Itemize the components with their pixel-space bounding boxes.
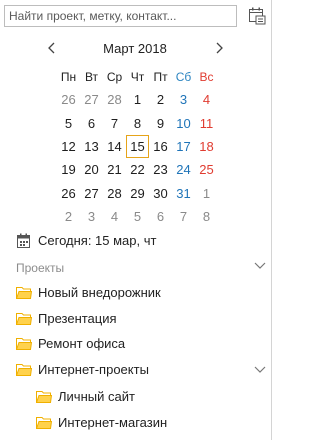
calendar-day[interactable]: 7 <box>172 205 195 228</box>
project-label: Интернет-магазин <box>58 415 168 430</box>
month-title: Март 2018 <box>103 41 167 56</box>
calendar-week: 26 27 28 1 2 3 4 <box>57 88 218 111</box>
calendar-day[interactable]: 1 <box>195 182 218 205</box>
calendar-day[interactable]: 1 <box>126 88 149 111</box>
project-group-item[interactable]: Интернет-проекты <box>16 361 270 379</box>
folder-icon <box>16 313 32 325</box>
calendar-day[interactable]: 18 <box>195 135 218 158</box>
calendar-day[interactable]: 13 <box>80 135 103 158</box>
search-input[interactable] <box>4 5 237 27</box>
calendar-icon <box>249 7 266 25</box>
chevron-down-icon[interactable] <box>254 365 266 375</box>
calendar-day[interactable]: 25 <box>195 158 218 181</box>
calendar-day[interactable]: 23 <box>149 158 172 181</box>
calendar-day[interactable]: 4 <box>103 205 126 228</box>
calendar-day[interactable]: 4 <box>195 88 218 111</box>
calendar-day[interactable]: 2 <box>149 88 172 111</box>
project-label: Личный сайт <box>58 389 135 404</box>
calendar-day[interactable]: 27 <box>80 88 103 111</box>
calendar-day[interactable]: 10 <box>172 111 195 134</box>
weekday-label: Пн <box>60 70 77 84</box>
calendar-view-button[interactable] <box>248 7 266 25</box>
calendar-day[interactable]: 20 <box>80 158 103 181</box>
calendar-day[interactable]: 14 <box>103 135 126 158</box>
calendar-day[interactable]: 26 <box>57 182 80 205</box>
calendar-day[interactable]: 19 <box>57 158 80 181</box>
calendar-day[interactable]: 11 <box>195 111 218 134</box>
calendar-day[interactable]: 22 <box>126 158 149 181</box>
folder-icon <box>36 417 52 429</box>
search-row <box>4 5 266 29</box>
calendar-day[interactable]: 28 <box>103 182 126 205</box>
calendar-day[interactable]: 29 <box>126 182 149 205</box>
calendar-day[interactable]: 8 <box>126 111 149 134</box>
calendar-day[interactable]: 24 <box>172 158 195 181</box>
project-label: Новый внедорожник <box>38 285 161 300</box>
calendar-day[interactable]: 6 <box>149 205 172 228</box>
calendar-day-today[interactable]: 15 <box>126 134 149 159</box>
project-label: Презентация <box>38 311 117 326</box>
calendar-day[interactable]: 5 <box>126 205 149 228</box>
weekday-label: Вт <box>84 70 99 84</box>
calendar-day[interactable]: 16 <box>149 135 172 158</box>
calendar-day[interactable]: 3 <box>172 88 195 111</box>
calendar-day[interactable]: 6 <box>80 111 103 134</box>
month-navigation: Март 2018 <box>40 40 230 58</box>
calendar-day[interactable]: 9 <box>149 111 172 134</box>
weekday-label: Ср <box>106 70 123 84</box>
projects-section-header[interactable]: Проекты <box>16 259 270 275</box>
calendar-day[interactable]: 28 <box>103 88 126 111</box>
project-label: Интернет-проекты <box>38 362 149 377</box>
folder-icon <box>36 391 52 403</box>
next-month-arrow-icon[interactable] <box>212 41 226 55</box>
calendar-grid: Пн Вт Ср Чт Пт Сб Вс 26 27 28 1 2 3 4 5 … <box>57 66 218 228</box>
calendar-day[interactable]: 3 <box>80 205 103 228</box>
calendar-day[interactable]: 27 <box>80 182 103 205</box>
calendar-day[interactable]: 8 <box>195 205 218 228</box>
calendar-day[interactable]: 21 <box>103 158 126 181</box>
calendar-week: 5 6 7 8 9 10 11 <box>57 111 218 134</box>
project-label: Ремонт офиса <box>38 336 126 351</box>
folder-icon <box>16 287 32 299</box>
weekday-label: Пт <box>153 70 168 84</box>
calendar-day[interactable]: 5 <box>57 111 80 134</box>
calendar-week: 12 13 14 15 16 17 18 <box>57 134 218 159</box>
calendar-day[interactable]: 2 <box>57 205 80 228</box>
weekday-label: Сб <box>175 70 192 84</box>
section-title: Проекты <box>16 261 65 275</box>
folder-icon <box>16 364 32 376</box>
calendar-day[interactable]: 12 <box>57 135 80 158</box>
weekday-label: Вс <box>199 70 214 84</box>
calendar-day[interactable]: 26 <box>57 88 80 111</box>
calendar-icon <box>17 233 30 248</box>
calendar-day[interactable]: 7 <box>103 111 126 134</box>
chevron-down-icon <box>254 262 266 269</box>
calendar-week: 26 27 28 29 30 31 1 <box>57 182 218 205</box>
today-label: Сегодня: 15 мар, чт <box>38 233 157 248</box>
weekday-label: Чт <box>130 70 145 84</box>
calendar-day[interactable]: 17 <box>172 135 195 158</box>
calendar-week: 2 3 4 5 6 7 8 <box>57 205 218 228</box>
folder-icon <box>16 338 32 350</box>
calendar-week: 19 20 21 22 23 24 25 <box>57 158 218 181</box>
calendar-day[interactable]: 30 <box>149 182 172 205</box>
weekday-header: Пн Вт Ср Чт Пт Сб Вс <box>57 66 218 88</box>
calendar-day[interactable]: 31 <box>172 182 195 205</box>
